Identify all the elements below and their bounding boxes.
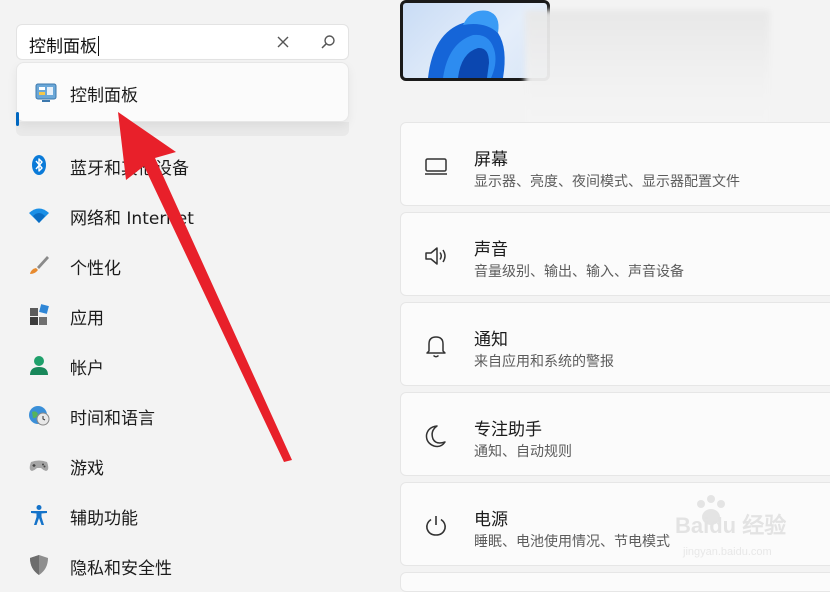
sidebar-item-label: 应用 <box>70 309 104 329</box>
suggestion-control-panel[interactable]: 控制面板 <box>17 63 348 123</box>
sidebar-item-accessibility[interactable]: 辅助功能 <box>16 493 349 535</box>
watermark-brand: Baidu 经验 <box>675 513 787 538</box>
globe-clock-icon <box>29 406 50 426</box>
monitor-icon <box>425 158 447 175</box>
person-icon <box>30 356 48 375</box>
sidebar-item-label: 个性化 <box>70 259 121 279</box>
watermark-url: jingyan.baidu.com <box>683 546 772 558</box>
suggestion-label: 控制面板 <box>70 86 138 106</box>
sidebar-item-label: 游戏 <box>70 459 104 479</box>
baidu-watermark: Baidu 经验 jingyan.baidu.com <box>633 492 830 577</box>
selection-indicator <box>16 112 19 126</box>
bluetooth-icon <box>32 155 46 175</box>
sidebar-item-gaming[interactable]: 游戏 <box>16 443 349 485</box>
control-panel-icon <box>35 83 57 102</box>
card-title: 电源 <box>474 510 508 530</box>
settings-card-sound[interactable]: 声音 音量级别、输出、输入、声音设备 <box>400 212 830 296</box>
wifi-icon <box>29 208 49 223</box>
card-description: 音量级别、输出、输入、声音设备 <box>474 264 684 280</box>
card-title: 专注助手 <box>474 420 542 440</box>
card-description: 通知、自动规则 <box>474 444 572 460</box>
power-icon <box>426 516 446 536</box>
sidebar-item-apps[interactable]: 应用 <box>16 293 349 335</box>
sidebar-item-label: 网络和 Internet <box>70 209 194 229</box>
card-description: 来自应用和系统的警报 <box>474 354 614 370</box>
brush-icon <box>30 256 49 274</box>
blurred-region <box>525 10 770 132</box>
search-box[interactable]: 控制面板 <box>16 24 349 60</box>
bell-icon <box>426 336 446 358</box>
settings-card-focus-assist[interactable]: 专注助手 通知、自动规则 <box>400 392 830 476</box>
moon-icon <box>425 425 446 448</box>
shield-icon <box>30 555 48 575</box>
close-icon[interactable] <box>276 35 290 49</box>
sidebar-item-label: 辅助功能 <box>70 509 138 529</box>
sidebar-item-label: 时间和语言 <box>70 409 155 429</box>
suggestion-shadow <box>16 122 349 136</box>
sidebar-item-label: 隐私和安全性 <box>70 559 172 579</box>
sidebar-item-label: 蓝牙和其他设备 <box>70 159 189 179</box>
sidebar-item-label: 帐户 <box>70 359 104 379</box>
speaker-icon <box>425 247 446 265</box>
sidebar-item-accounts[interactable]: 帐户 <box>16 343 349 385</box>
sidebar-item-personalization[interactable]: 个性化 <box>16 243 349 285</box>
sidebar-item-network[interactable]: 网络和 Internet <box>16 193 349 235</box>
apps-icon <box>30 304 49 325</box>
search-icon[interactable] <box>320 34 336 50</box>
accessibility-icon <box>31 505 47 525</box>
settings-card-notifications[interactable]: 通知 来自应用和系统的警报 <box>400 302 830 386</box>
card-title: 屏幕 <box>474 150 508 170</box>
search-input[interactable]: 控制面板 <box>29 32 99 57</box>
search-suggestions: 控制面板 <box>16 62 349 122</box>
card-title: 声音 <box>474 240 508 260</box>
sidebar-item-time-language[interactable]: 时间和语言 <box>16 393 349 435</box>
settings-card-display[interactable]: 屏幕 显示器、亮度、夜间模式、显示器配置文件 <box>400 122 830 206</box>
card-title: 通知 <box>474 330 508 350</box>
sidebar-item-bluetooth[interactable]: 蓝牙和其他设备 <box>16 143 349 185</box>
gamepad-icon <box>29 460 49 471</box>
card-description: 显示器、亮度、夜间模式、显示器配置文件 <box>474 174 740 190</box>
